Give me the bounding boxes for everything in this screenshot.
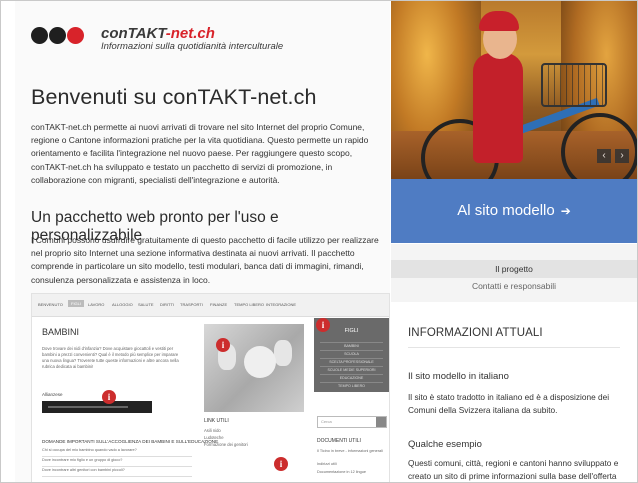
preview-nav-item: TRASPORTI <box>180 302 203 307</box>
hero-bike-wheel <box>561 113 637 179</box>
preview-nav: BENVENUTO FIGLI LAVORO ALLOGGIO SALUTE D… <box>32 294 389 317</box>
logo-dot-dark <box>31 27 48 44</box>
news-item-title[interactable]: Qualche esempio <box>408 439 482 450</box>
preview-nav-item: ALLOGGIO <box>112 302 133 307</box>
news-item-text: Questi comuni, città, regioni e cantoni … <box>408 458 619 481</box>
preview-heading: BAMBINI <box>42 327 80 337</box>
carousel-prev-icon[interactable]: ‹ <box>597 149 611 163</box>
preview-audio-progress <box>48 406 128 408</box>
logo-tagline: Informazioni sulla quotidianità intercul… <box>101 41 284 52</box>
preview-search-icon <box>376 417 386 427</box>
logo-dot-dark-2 <box>49 27 66 44</box>
preview-nav-item: BENVENUTO <box>38 302 63 307</box>
logo-dot-red <box>67 27 84 44</box>
preview-doc: Indirizzi utili <box>317 462 337 466</box>
preview-nav-item: DIRITTI <box>160 302 174 307</box>
news-item-title[interactable]: Il sito modello in italiano <box>408 371 509 382</box>
hero-person-jacket <box>473 53 523 163</box>
preview-docs-heading: DOCUMENTI UTILI <box>317 438 361 444</box>
preview-side-item: SCELTA PROFESSIONALE <box>320 358 383 364</box>
logo-brand-main: conTAKT <box>101 25 166 42</box>
menu-item-contatti[interactable]: Contatti e responsabili <box>391 281 637 291</box>
preview-nav-item: LAVORO <box>88 302 105 307</box>
preview-nav-item: FINANZE <box>210 302 228 307</box>
right-column: ‹ › Al sito modello ➔ Il progetto Contatt… <box>391 1 637 482</box>
preview-links-heading: LINK UTILI <box>204 418 229 424</box>
logo-brand: conTAKT-net.ch <box>101 25 215 42</box>
preview-nav-item: INTEGRAZIONE <box>266 302 297 307</box>
preview-link: Asili nido <box>204 428 221 433</box>
model-site-button[interactable]: Al sito modello ➔ <box>391 179 637 243</box>
photo-face <box>244 346 276 378</box>
preview-side-item: SCUOLA <box>320 350 383 356</box>
news-heading: INFORMAZIONI ATTUALI <box>408 327 543 339</box>
page-frame: conTAKT-net.ch Informazioni sulla quotid… <box>0 0 638 483</box>
model-site-preview[interactable]: BENVENUTO FIGLI LAVORO ALLOGGIO SALUTE D… <box>31 293 390 482</box>
package-paragraph: I Comuni possono usufruire gratuitamente… <box>31 235 379 285</box>
news-item-text: Il sito è stato tradotto in italiano ed … <box>408 392 610 415</box>
preview-doc: Documentazione in 12 lingue <box>317 470 366 474</box>
preview-text: Dove trovare dei nidi d'infanzia? Dove a… <box>42 346 179 369</box>
info-badge-icon[interactable]: i <box>216 338 230 352</box>
site-logo[interactable]: conTAKT-net.ch Informazioni sulla quotid… <box>31 25 371 57</box>
carousel-next-icon[interactable]: › <box>615 149 629 163</box>
main-content: conTAKT-net.ch Informazioni sulla quotid… <box>15 1 390 482</box>
model-site-button-label: Al sito modello <box>457 202 555 219</box>
sign-in-icon: ➔ <box>560 204 571 218</box>
preview-questions-heading: DOMANDE IMPORTANTI SULL'ACCOGLIENZA DEI … <box>42 439 219 444</box>
preview-nav-item-active: FIGLI <box>68 300 85 307</box>
logo-brand-suffix: -net.ch <box>165 25 215 42</box>
preview-question: Dove incontrare altri genitori con bambi… <box>42 468 192 477</box>
hero-person-helmet <box>479 11 519 31</box>
preview-side-item: TEMPO LIBERO <box>320 382 383 388</box>
preview-audio-label: Allianzese <box>42 392 63 397</box>
preview-nav-item: TEMPO LIBERO <box>234 302 265 307</box>
preview-side-item: BAMBINI <box>320 342 383 348</box>
preview-question: Chi si occupa del mio bambino quando vad… <box>42 448 192 457</box>
news-divider <box>408 347 620 348</box>
hero-bike-basket <box>541 63 607 107</box>
news-box: INFORMAZIONI ATTUALI Il sito modello in … <box>403 311 629 482</box>
info-badge-icon[interactable]: i <box>274 457 288 471</box>
preview-question: Dove incontrare mio figlio e un gruppo d… <box>42 458 192 467</box>
preview-side-item: SCUOLE MEDIE SUPERIORI <box>320 366 383 372</box>
intro-paragraph: conTAKT-net.ch permette ai nuovi arrivat… <box>31 122 369 185</box>
preview-nav-item: SALUTE <box>138 302 154 307</box>
photo-hand-right <box>274 340 292 366</box>
hero-image: ‹ › <box>391 1 637 179</box>
preview-audio-player <box>42 401 152 413</box>
preview-doc: Il Ticino in breve - informazioni genera… <box>317 449 383 453</box>
menu-item-progetto[interactable]: Il progetto <box>391 260 637 278</box>
preview-side-item: EDUCAZIONE <box>320 374 383 380</box>
info-badge-icon[interactable]: i <box>316 318 330 332</box>
preview-search-placeholder: Cerca <box>321 419 332 424</box>
page-title: Benvenuti su conTAKT-net.ch <box>31 85 317 109</box>
main-column: conTAKT-net.ch Informazioni sulla quotid… <box>15 1 390 482</box>
info-badge-icon[interactable]: i <box>102 390 116 404</box>
preview-child-photo <box>204 324 304 412</box>
preview-search: Cerca <box>317 416 387 428</box>
